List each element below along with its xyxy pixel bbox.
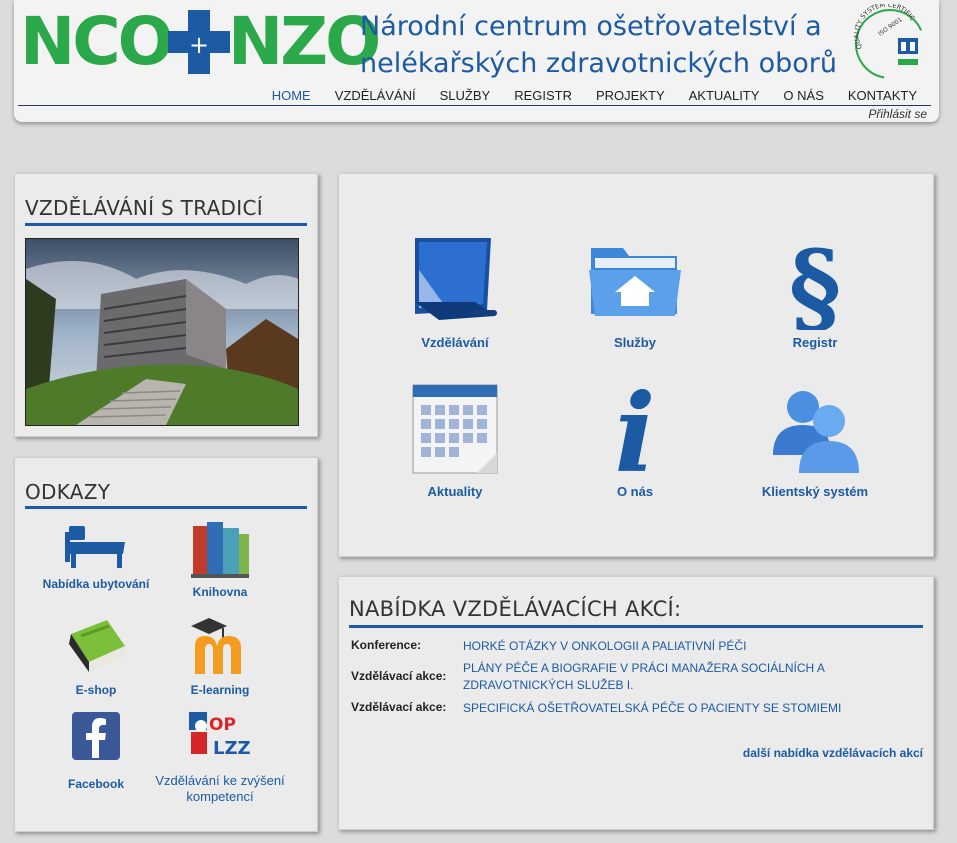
svg-text:i: i xyxy=(614,379,655,479)
monitor-icon xyxy=(415,238,497,320)
tile-vzdelavani[interactable]: Vzdělávání xyxy=(365,230,545,350)
tile-label: Služby xyxy=(614,335,656,350)
tile-label: O nás xyxy=(616,484,654,499)
svg-text:LZZ: LZZ xyxy=(213,738,251,758)
iso-certification-icon: QUALITY SYSTEM CERTIFICATION ISO 9001 xyxy=(850,4,925,79)
nav-sluzby[interactable]: Služby xyxy=(428,86,503,106)
logo-plus-text: + xyxy=(189,31,209,59)
links-panel: Odkazy Nabídka ubytování Knihovna E-shop xyxy=(14,457,318,832)
quick-links-panel: Vzdělávání Služby § Registr Aktuality i … xyxy=(338,173,934,557)
folder-home-icon xyxy=(589,248,681,316)
event-link[interactable]: Specifická ošetřovatelská péče o pacient… xyxy=(463,700,923,717)
logo-text-right: NZO xyxy=(228,3,381,80)
link-label: Facebook xyxy=(67,777,124,791)
facebook-icon xyxy=(72,712,120,760)
links-rule xyxy=(25,506,307,509)
tradition-panel: Vzdělávání s tradicí xyxy=(14,173,318,437)
info-icon: i xyxy=(614,371,655,497)
tradition-title: Vzdělávání s tradicí xyxy=(25,196,263,220)
links-title: Odkazy xyxy=(25,480,111,504)
tile-o-nas[interactable]: i O nás xyxy=(545,371,725,499)
nav-vzdelavani[interactable]: Vzdělávání xyxy=(323,86,428,106)
login-link[interactable]: Přihlásit se xyxy=(868,107,927,121)
link-label: Nabídka ubytování xyxy=(42,577,150,591)
svg-text:§: § xyxy=(789,230,841,330)
nav-projekty[interactable]: Projekty xyxy=(584,86,677,106)
site-title: Národní centrum ošetřovatelství a neléka… xyxy=(360,8,860,82)
tile-label: Registr xyxy=(792,335,838,350)
site-title-line2: nelékařských zdravotnických oborů xyxy=(360,48,837,79)
books-icon xyxy=(191,522,249,578)
nav-o-nas[interactable]: O nás xyxy=(771,86,835,106)
link-accommodation[interactable]: Nabídka ubytování xyxy=(31,518,161,591)
nav-registr[interactable]: Registr xyxy=(502,86,584,106)
tile-sluzby[interactable]: Služby xyxy=(545,230,725,350)
tile-klientsky-system[interactable]: Klientský systém xyxy=(725,379,905,499)
nav-kontakty[interactable]: Kontakty xyxy=(836,86,929,106)
svg-text:ISO 9001: ISO 9001 xyxy=(877,16,904,38)
link-label: Knihovna xyxy=(192,585,248,599)
site-logo[interactable]: NCO + NZO xyxy=(20,3,381,80)
main-nav: Home Vzdělávání Služby Registr Projekty … xyxy=(260,86,929,106)
tile-label: Vzdělávání xyxy=(421,335,489,350)
calendar-icon xyxy=(412,384,498,474)
book-icon xyxy=(69,620,125,672)
link-library[interactable]: Knihovna xyxy=(155,518,285,599)
link-label: Vzdělávání ke zvýšení kompetencí xyxy=(155,773,285,804)
tile-aktuality[interactable]: Aktuality xyxy=(365,379,545,499)
more-events-link[interactable]: další nabídka vzdělávacích akcí xyxy=(743,746,923,760)
tile-registr[interactable]: § Registr xyxy=(725,228,905,350)
tradition-rule xyxy=(25,223,307,226)
event-type: Vzdělávací akce: xyxy=(351,669,447,683)
link-label: E-shop xyxy=(75,683,117,697)
events-rule xyxy=(349,625,923,628)
event-link[interactable]: Horké otázky v onkologii a paliativní pé… xyxy=(463,638,923,655)
paragraph-icon: § xyxy=(789,228,841,346)
events-title: Nabídka vzdělávacích akcí: xyxy=(349,597,682,621)
link-oplzz[interactable]: OP LZZ Vzdělávání ke zvýšení kompetencí xyxy=(155,710,285,805)
site-title-line1: Národní centrum ošetřovatelství a xyxy=(360,11,822,42)
svg-text:OP: OP xyxy=(209,715,236,735)
logo-text-left: NCO xyxy=(20,3,174,80)
event-link[interactable]: Plány péče a biografie v práci manažera … xyxy=(463,660,923,694)
tile-label: Klientský systém xyxy=(761,484,869,499)
site-header: NCO + NZO Národní centrum ošetřovatelstv… xyxy=(14,0,939,122)
event-type: Vzdělávací akce: xyxy=(351,700,447,714)
link-facebook[interactable]: Facebook xyxy=(31,708,161,791)
link-eshop[interactable]: E-shop xyxy=(31,616,161,697)
logo-cross-icon: + xyxy=(168,10,230,74)
oplzz-icon: OP LZZ xyxy=(189,712,251,759)
bed-icon xyxy=(65,526,125,568)
tile-label: Aktuality xyxy=(427,484,483,499)
building-photo xyxy=(25,238,299,426)
link-elearning[interactable]: E-learning xyxy=(155,616,285,697)
events-panel: Nabídka vzdělávacích akcí: Konference: H… xyxy=(338,576,934,830)
header-divider xyxy=(18,105,931,106)
moodle-icon xyxy=(191,618,241,674)
nav-home[interactable]: Home xyxy=(260,86,323,106)
link-label: E-learning xyxy=(190,683,250,697)
event-type: Konference: xyxy=(351,638,422,652)
nav-aktuality[interactable]: Aktuality xyxy=(677,86,772,106)
users-icon xyxy=(773,391,859,473)
